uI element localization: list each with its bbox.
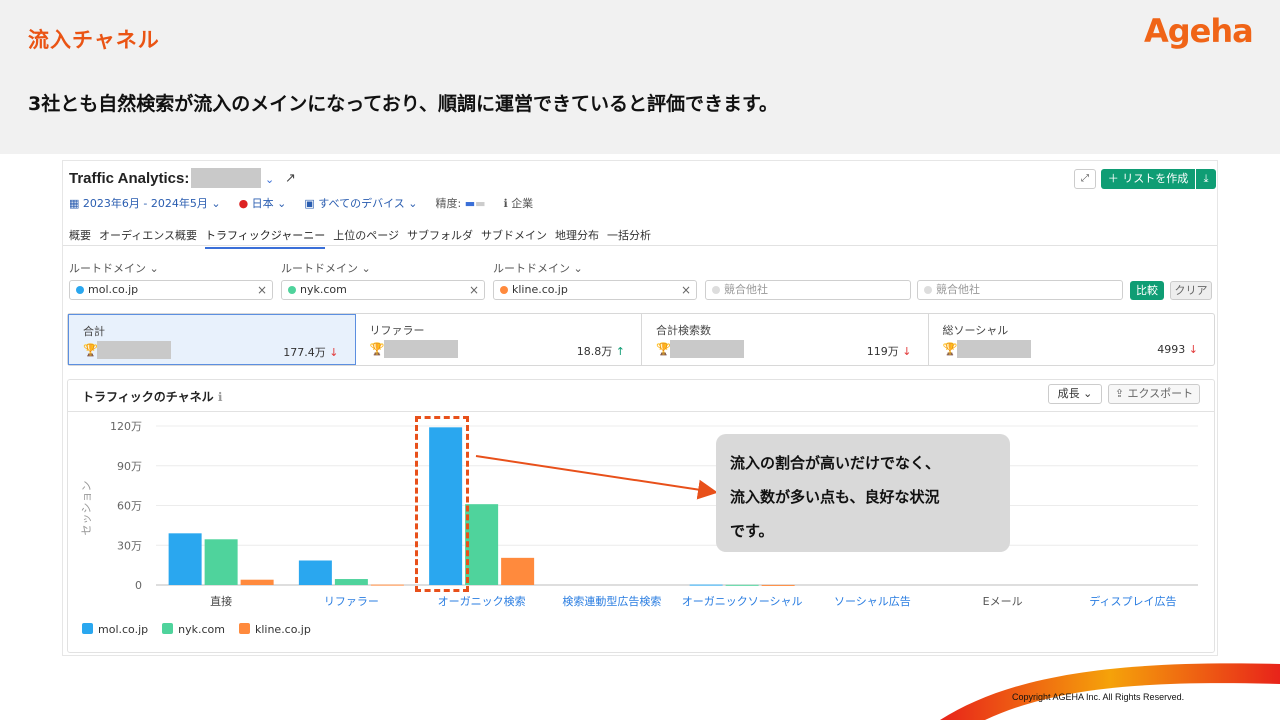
x-tick-label: リファラー — [324, 595, 379, 608]
legend-item-kline[interactable]: kline.co.jp — [238, 623, 311, 636]
callout-line: 流入の割合が高いだけでなく、 — [730, 454, 941, 472]
bar-mol-co-jp — [298, 560, 332, 585]
legend-item-nyk[interactable]: nyk.com — [162, 623, 225, 636]
chart-legend: mol.co.jp nyk.com kline.co.jp — [82, 623, 311, 636]
x-tick-label: 直接 — [210, 594, 232, 608]
callout-line: 流入数が多い点も、良好な状況 — [730, 488, 940, 506]
y-tick-label: 90万 — [117, 460, 142, 473]
bar-nyk-com — [334, 579, 368, 585]
checkbox-icon — [162, 623, 174, 634]
legend-item-mol[interactable]: mol.co.jp — [82, 623, 148, 636]
highlight-dashed-box — [415, 416, 469, 592]
callout-line: です。 — [730, 522, 774, 540]
bar-kline-co-jp — [501, 557, 535, 585]
checkbox-icon — [82, 623, 93, 634]
x-tick-label: Eメール — [983, 595, 1023, 608]
traffic-channel-chart: 0 30万 60万 90万 120万セッション直接 リファラー オーガニック検索 検索連動型広… — [80, 420, 1198, 608]
y-tick-label: 120万 — [110, 420, 142, 433]
legend-label: nyk.com — [178, 623, 225, 636]
checkbox-icon — [238, 623, 250, 634]
x-tick-label: オーガニックソーシャル — [682, 595, 803, 608]
bar-nyk-com — [465, 504, 499, 585]
bar-kline-co-jp — [761, 584, 795, 586]
callout-box: 流入の割合が高いだけでなく、 流入数が多い点も、良好な状況 です。 — [716, 434, 1010, 552]
bar-kline-co-jp — [240, 579, 274, 585]
x-tick-label: ソーシャル広告 — [834, 595, 911, 608]
bar-mol-co-jp — [689, 584, 723, 586]
copyright: Copyright AGEHA Inc. All Rights Reserved… — [1012, 692, 1185, 702]
bar-mol-co-jp — [168, 533, 202, 585]
x-tick-label: ディスプレイ広告 — [1089, 594, 1176, 608]
y-tick-label: 60万 — [117, 500, 142, 513]
legend-label: mol.co.jp — [98, 623, 149, 636]
y-tick-label: 0 — [135, 579, 142, 592]
bar-kline-co-jp — [370, 584, 404, 586]
x-tick-label: 検索連動型広告検索 — [562, 594, 661, 608]
legend-label: kline.co.jp — [254, 623, 311, 636]
bar-nyk-com — [725, 584, 759, 586]
y-axis-label: セッション — [80, 481, 93, 536]
bar-nyk-com — [204, 539, 238, 585]
x-tick-label: オーガニック検索 — [438, 594, 526, 608]
y-tick-label: 30万 — [117, 539, 142, 552]
